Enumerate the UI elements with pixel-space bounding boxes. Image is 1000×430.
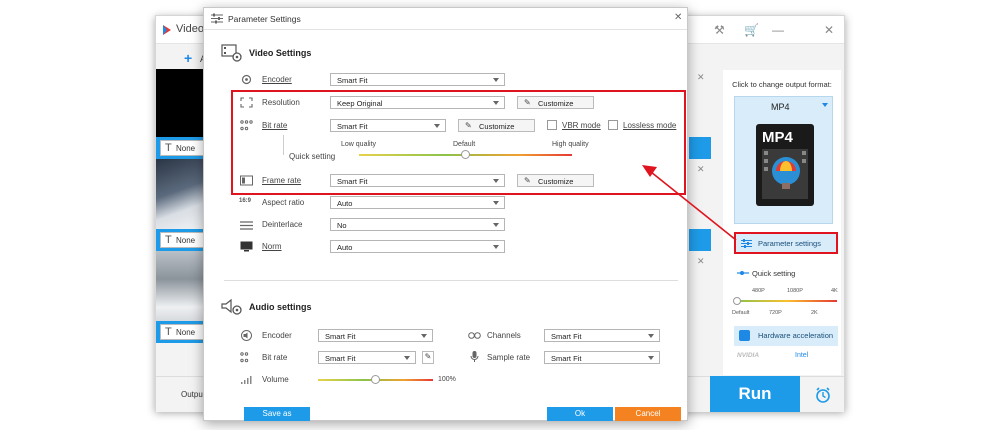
aspect-ratio-label: Aspect ratio — [262, 198, 305, 207]
ok-button[interactable]: Ok — [547, 407, 613, 421]
format-name: MP4 — [771, 102, 790, 112]
channels-icon — [468, 332, 481, 339]
output-format-panel: Click to change output format: MP4 MP4 P… — [723, 70, 841, 375]
app-title: Video — [176, 23, 204, 35]
channels-label: Channels — [487, 331, 521, 340]
dialog-close-icon[interactable]: ✕ — [674, 12, 682, 23]
chip-icon — [739, 330, 750, 341]
minimize-icon[interactable]: — — [772, 23, 784, 37]
app-logo-icon — [163, 25, 171, 35]
subtitle-select-3[interactable]: None — [160, 324, 204, 340]
nvidia-logo: NVIDIA — [737, 352, 760, 359]
save-as-button[interactable]: Save as — [244, 407, 310, 421]
audio-encoder-label: Encoder — [262, 331, 292, 340]
video-thumbnail-3[interactable] — [156, 251, 206, 321]
video-settings-icon — [221, 44, 242, 62]
remove-icon[interactable]: ✕ — [697, 164, 705, 175]
parameter-settings-dialog: Parameter Settings ✕ Video Settings Enco… — [203, 7, 688, 421]
subtitle-select-1[interactable]: None — [160, 140, 204, 156]
list-strip — [689, 229, 711, 251]
mp4-file-icon: MP4 — [756, 124, 814, 206]
audio-settings-title: Audio settings — [249, 302, 312, 312]
section-divider — [224, 280, 678, 281]
quick-setting-label: Quick setting — [752, 269, 796, 278]
audio-encoder-select[interactable]: Smart Fit — [318, 329, 433, 342]
quality-720p: 720P — [769, 310, 782, 316]
monitor-icon — [240, 241, 253, 252]
parameter-settings-button[interactable]: Parameter settings — [734, 232, 838, 254]
video-settings-title: Video Settings — [249, 48, 312, 58]
alarm-clock-icon[interactable] — [814, 386, 832, 404]
quality-480p: 480P — [752, 288, 765, 294]
intel-logo: Intel — [795, 352, 809, 359]
quality-1080p: 1080P — [787, 288, 803, 294]
run-button[interactable]: Run — [710, 376, 800, 412]
remove-icon[interactable]: ✕ — [697, 72, 705, 83]
format-dropdown-icon[interactable] — [822, 103, 828, 107]
audio-bitrate-label: Bit rate — [262, 353, 288, 362]
dialog-title-bar: Parameter Settings ✕ — [204, 8, 687, 30]
settings-sliders-icon — [211, 13, 223, 24]
hardware-acceleration-label: Hardware acceleration — [758, 331, 834, 340]
audio-bitrate-select[interactable]: Smart Fit — [318, 351, 416, 364]
mp4-badge: MP4 — [762, 129, 793, 146]
film-balloon-icon — [762, 149, 808, 199]
subtitle-select-2[interactable]: None — [160, 232, 204, 248]
subtitle-bar-1: None — [156, 137, 206, 159]
output-label: Outpu — [181, 390, 203, 399]
subtitle-bar-2: None — [156, 229, 206, 251]
sample-rate-label: Sample rate — [487, 353, 531, 362]
remove-icon[interactable]: ✕ — [697, 256, 705, 267]
format-selector[interactable]: MP4 MP4 — [734, 96, 833, 224]
quality-slider-knob[interactable] — [733, 297, 741, 305]
audio-bitrate-edit-icon[interactable]: ✎ — [422, 351, 434, 364]
quality-2k: 2K — [811, 310, 818, 316]
norm-select[interactable]: Auto — [330, 240, 505, 253]
volume-value: 100% — [438, 376, 456, 383]
tools-icon[interactable]: ⚒ — [714, 23, 725, 37]
add-icon[interactable]: + — [184, 50, 192, 66]
volume-label: Volume — [262, 375, 289, 384]
quality-default: Default — [732, 310, 750, 316]
dialog-title: Parameter Settings — [228, 14, 301, 24]
deinterlace-icon — [240, 221, 253, 230]
cart-icon[interactable]: 🛒 — [744, 23, 759, 37]
sample-rate-select[interactable]: Smart Fit — [544, 351, 660, 364]
sliders-icon — [741, 239, 752, 248]
audio-bitrate-dots-icon — [240, 352, 249, 363]
encoder-gear-icon — [241, 74, 252, 85]
video-thumbnail-1[interactable] — [156, 69, 206, 139]
speaker-icon — [241, 330, 252, 341]
aspect-ratio-icon: 16:9 — [239, 198, 252, 204]
aspect-ratio-select[interactable]: Auto — [330, 196, 505, 209]
output-format-hint: Click to change output format: — [732, 80, 832, 89]
close-icon[interactable]: ✕ — [824, 23, 834, 37]
volume-bars-icon — [241, 376, 252, 384]
norm-label: Norm — [262, 242, 282, 251]
volume-slider-knob[interactable] — [371, 375, 380, 384]
deinterlace-select[interactable]: No — [330, 218, 505, 231]
subtitle-bar-3: None — [156, 321, 206, 343]
cancel-button[interactable]: Cancel — [615, 407, 681, 421]
deinterlace-label: Deinterlace — [262, 220, 303, 229]
list-strip — [689, 137, 711, 159]
audio-settings-icon — [221, 298, 242, 315]
video-encoder-select[interactable]: Smart Fit — [330, 73, 505, 86]
quality-slider-track[interactable] — [737, 300, 837, 302]
channels-select[interactable]: Smart Fit — [544, 329, 660, 342]
parameter-settings-label: Parameter settings — [758, 239, 821, 248]
highlight-box — [231, 90, 686, 195]
microphone-icon — [470, 351, 479, 362]
video-thumbnail-2[interactable] — [156, 159, 206, 229]
quick-setting-icon — [737, 271, 749, 275]
hardware-acceleration-button[interactable]: Hardware acceleration — [734, 326, 838, 346]
video-encoder-label: Encoder — [262, 75, 292, 84]
quality-4k: 4K — [831, 288, 838, 294]
